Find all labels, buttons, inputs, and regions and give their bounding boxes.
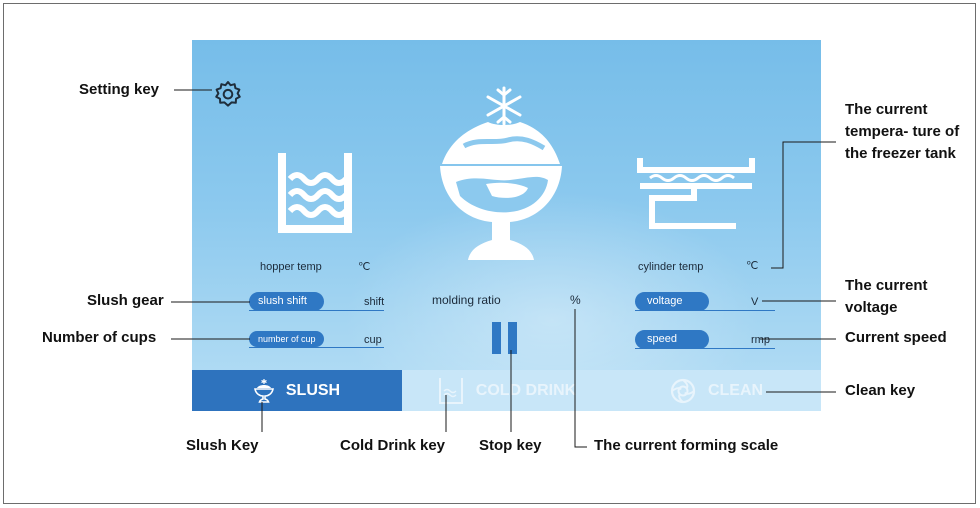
annotation-freezer-temp: The current tempera- ture of the freezer… <box>845 101 960 162</box>
annotation-leader-lines <box>171 89 836 448</box>
annotation-stop-key: Stop key <box>479 437 542 454</box>
annotation-slush-key: Slush Key <box>186 437 259 454</box>
annotation-cold-drink-key: Cold Drink key <box>340 437 446 454</box>
annotation-number-of-cups: Number of cups <box>42 329 157 346</box>
annotation-clean-key: Clean key <box>845 382 916 399</box>
annotation-current-voltage: The current voltage <box>845 277 928 316</box>
annotation-slush-gear: Slush gear <box>87 292 164 309</box>
annotation-setting-key: Setting key <box>79 81 160 98</box>
annotation-forming-scale: The current forming scale <box>594 437 779 454</box>
annotation-current-speed: Current speed <box>845 329 947 346</box>
